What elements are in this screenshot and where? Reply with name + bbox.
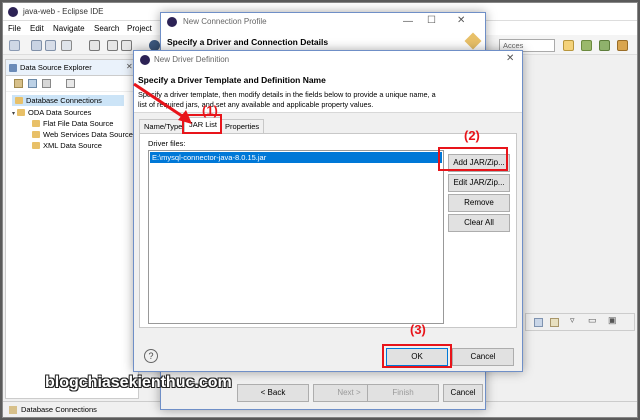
close-button[interactable]: ✕ xyxy=(506,53,514,64)
dialog-heading: Specify a Driver and Connection Details xyxy=(167,37,329,47)
tree-item-label: Flat File Data Source xyxy=(43,119,114,128)
dialog-title: New Driver Definition xyxy=(154,55,230,64)
new-icon[interactable] xyxy=(9,40,20,51)
minimize-button[interactable]: — xyxy=(403,16,413,27)
wizard-banner-icon xyxy=(464,32,482,50)
arrow-head xyxy=(178,110,192,124)
help-icon[interactable]: ? xyxy=(144,349,158,363)
eclipse-icon xyxy=(8,7,18,17)
dialog-title-bar: New Driver Definition ✕ xyxy=(134,51,522,69)
collapse-all-icon[interactable] xyxy=(66,79,75,88)
maximize-button[interactable]: ☐ xyxy=(427,15,436,26)
edit-jar-button[interactable]: Edit JAR/Zip... xyxy=(448,174,510,192)
new-connection-profile-icon[interactable] xyxy=(14,79,23,88)
tree-item-database-connections[interactable]: Database Connections xyxy=(12,95,124,106)
menu-navigate[interactable]: Navigate xyxy=(53,24,85,33)
folder-icon xyxy=(15,97,23,104)
status-text: Database Connections xyxy=(21,405,97,414)
eclipse-icon xyxy=(167,17,177,27)
tree-item-web-services[interactable]: Web Services Data Source xyxy=(32,130,133,139)
list-item[interactable]: E:\mysql-connector-java-8.0.15.jar xyxy=(150,152,442,163)
chevron-down-icon[interactable]: ▾ xyxy=(12,111,15,117)
save-icon[interactable] xyxy=(31,40,42,51)
save-all-icon[interactable] xyxy=(45,40,56,51)
view-menu-icon[interactable]: ▿ xyxy=(570,315,575,326)
clear-all-button[interactable]: Clear All xyxy=(448,214,510,232)
folder-icon xyxy=(32,131,40,138)
folder-icon xyxy=(17,109,26,116)
arrow-annotation xyxy=(133,82,192,124)
tab-properties[interactable]: Properties xyxy=(220,119,265,134)
tree-item-label: ODA Data Sources xyxy=(28,108,92,117)
print-icon[interactable] xyxy=(61,40,72,51)
java-ee-perspective-icon[interactable] xyxy=(581,40,592,51)
view-toolbar: ▿ ▭ ▣ xyxy=(525,313,635,331)
tree-item-label: XML Data Source xyxy=(43,141,102,150)
cancel-button[interactable]: Cancel xyxy=(443,384,483,402)
tree-item-label: Database Connections xyxy=(26,96,102,105)
tree-item-xml[interactable]: XML Data Source xyxy=(32,141,102,150)
folder-icon xyxy=(32,120,40,127)
explorer-icon xyxy=(9,64,17,72)
eclipse-icon xyxy=(140,55,150,65)
connect-icon[interactable] xyxy=(28,79,37,88)
driver-files-list[interactable]: E:\mysql-connector-java-8.0.15.jar xyxy=(148,150,444,324)
close-icon[interactable]: ✕ xyxy=(126,62,133,71)
watermark: blogchiasekienthuc.com xyxy=(45,374,232,391)
terminal-icon[interactable] xyxy=(89,40,100,51)
close-button[interactable]: ✕ xyxy=(457,15,465,26)
disconnect-icon[interactable] xyxy=(42,79,51,88)
finish-button[interactable]: Finish xyxy=(367,384,439,402)
remove-jar-button[interactable]: Remove JAR/Zip xyxy=(448,194,510,223)
view-icon[interactable] xyxy=(534,318,543,327)
menu-project[interactable]: Project xyxy=(127,24,152,33)
arrow-line xyxy=(133,82,189,122)
dialog-title: New Connection Profile xyxy=(183,17,267,26)
driver-files-label: Driver files: xyxy=(148,139,186,148)
back-button[interactable]: < Back xyxy=(237,384,309,402)
menu-file[interactable]: File xyxy=(8,24,21,33)
dialog-title-bar: New Connection Profile — ☐ ✕ xyxy=(161,13,485,31)
tree-item-label: Web Services Data Source xyxy=(43,130,133,139)
step-1-label: (1) xyxy=(202,103,218,118)
highlight-ok xyxy=(382,344,452,368)
window-title: java-web - Eclipse IDE xyxy=(23,7,104,16)
tree-item-oda-data-sources[interactable]: ▾ ODA Data Sources xyxy=(12,108,91,117)
menu-edit[interactable]: Edit xyxy=(30,24,44,33)
explorer-tab[interactable]: Data Source Explorer ✕ xyxy=(6,60,138,76)
filter-icon[interactable] xyxy=(550,318,559,327)
database-perspective-icon[interactable] xyxy=(617,40,628,51)
tree-item-flat-file[interactable]: Flat File Data Source xyxy=(32,119,113,128)
debug-icon[interactable] xyxy=(121,40,132,51)
step-3-label: (3) xyxy=(410,322,426,337)
minimize-icon[interactable]: ▭ xyxy=(588,315,597,326)
explorer-toolbar xyxy=(6,76,138,92)
maximize-icon[interactable]: ▣ xyxy=(608,315,617,326)
folder-icon xyxy=(32,142,40,149)
step-2-label: (2) xyxy=(464,128,480,143)
data-source-explorer: Data Source Explorer ✕ Database Connecti… xyxy=(5,59,139,399)
perspective-icon[interactable] xyxy=(563,40,574,51)
skip-breakpoints-icon[interactable] xyxy=(107,40,118,51)
java-perspective-icon[interactable] xyxy=(599,40,610,51)
menu-search[interactable]: Search xyxy=(94,24,119,33)
database-icon xyxy=(9,406,17,414)
cancel-button[interactable]: Cancel xyxy=(452,348,514,366)
highlight-add-jar xyxy=(438,147,508,171)
explorer-tab-label: Data Source Explorer xyxy=(20,63,92,72)
